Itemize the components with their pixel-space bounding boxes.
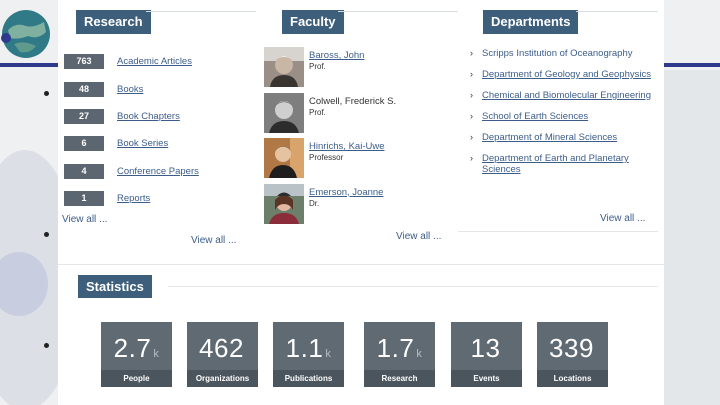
- department-link[interactable]: Department of Earth and Planetary Scienc…: [482, 153, 660, 175]
- research-item[interactable]: 4 Conference Papers: [64, 158, 199, 185]
- chevron-right-icon: ›: [470, 48, 473, 58]
- research-header: Research: [76, 10, 151, 34]
- stat-tile-people[interactable]: 2.7 k People: [101, 322, 172, 387]
- section-divider: [58, 264, 664, 265]
- research-count-badge: 763: [64, 54, 104, 70]
- research-view-all-outer-link[interactable]: View all ...: [191, 235, 236, 246]
- research-item[interactable]: 6 Book Series: [64, 130, 199, 157]
- stat-value: 339: [549, 333, 594, 363]
- faculty-member[interactable]: Colwell, Frederick S. Prof.: [264, 92, 396, 139]
- faculty-title: Prof.: [309, 62, 326, 71]
- research-item-link[interactable]: Books: [117, 84, 143, 95]
- faculty-photo[interactable]: [264, 47, 304, 87]
- research-item-link[interactable]: Reports: [117, 193, 150, 204]
- stat-label: Locations: [537, 370, 608, 387]
- faculty-name-link[interactable]: Baross, John: [309, 50, 364, 61]
- faculty-info: Baross, John Prof.: [309, 47, 364, 93]
- stat-label: People: [101, 370, 172, 387]
- department-item[interactable]: › Department of Earth and Planetary Scie…: [470, 153, 660, 175]
- stat-tile-events[interactable]: 13 Events: [451, 322, 522, 387]
- department-link[interactable]: School of Earth Sciences: [482, 111, 660, 122]
- globe-logo-icon: [0, 0, 52, 62]
- header-divider: [576, 11, 658, 12]
- faculty-title: Dr.: [309, 198, 320, 208]
- departments-list: › Scripps Institution of Oceanography › …: [470, 48, 660, 185]
- statistics-header: Statistics: [78, 275, 152, 298]
- department-link[interactable]: Scripps Institution of Oceanography: [482, 48, 660, 59]
- departments-view-all-link[interactable]: View all ...: [600, 213, 645, 224]
- stat-label: Research: [364, 370, 435, 387]
- department-item[interactable]: › Department of Mineral Sciences: [470, 132, 660, 143]
- chevron-right-icon: ›: [470, 132, 473, 142]
- research-item-link[interactable]: Book Series: [117, 138, 168, 149]
- slide-bullet: [44, 91, 49, 96]
- chevron-right-icon: ›: [470, 69, 473, 79]
- department-item[interactable]: › Scripps Institution of Oceanography: [470, 48, 660, 59]
- research-count-badge: 4: [64, 163, 104, 179]
- faculty-name-link[interactable]: Hinrichs, Kai-Uwe: [309, 141, 385, 152]
- research-item-link[interactable]: Academic Articles: [117, 56, 192, 67]
- department-item[interactable]: › Department of Geology and Geophysics: [470, 69, 660, 80]
- profile-summary-panel: Research Faculty Departments 763 Academi…: [58, 0, 664, 405]
- slide-band-right: [664, 63, 720, 67]
- slide-bullet: [44, 232, 49, 237]
- stat-value: 1.7 k: [376, 333, 423, 363]
- chevron-right-icon: ›: [470, 90, 473, 100]
- research-item[interactable]: 1 Reports: [64, 185, 199, 212]
- research-count-badge: 27: [64, 108, 104, 124]
- header-divider: [338, 11, 458, 12]
- stat-label: Publications: [273, 370, 344, 387]
- faculty-name-link[interactable]: Emerson, Joanne: [309, 187, 383, 198]
- department-link[interactable]: Department of Mineral Sciences: [482, 132, 660, 143]
- faculty-member[interactable]: Emerson, Joanne Dr.: [264, 183, 396, 230]
- research-view-all-link[interactable]: View all ...: [62, 214, 107, 225]
- chevron-right-icon: ›: [470, 153, 473, 163]
- faculty-member[interactable]: Baross, John Prof.: [264, 47, 396, 93]
- slide-background-right: [660, 70, 720, 405]
- research-item-link[interactable]: Book Chapters: [117, 111, 180, 122]
- research-count-badge: 48: [64, 81, 104, 97]
- slide-band-left: [0, 63, 60, 67]
- stat-tile-research[interactable]: 1.7 k Research: [364, 322, 435, 387]
- faculty-name-link[interactable]: Colwell, Frederick S.: [309, 96, 396, 107]
- department-item[interactable]: › Chemical and Biomolecular Engineering: [470, 90, 660, 101]
- department-item[interactable]: › School of Earth Sciences: [470, 111, 660, 122]
- stat-tile-publications[interactable]: 1.1 k Publications: [273, 322, 344, 387]
- stat-tile-locations[interactable]: 339 Locations: [537, 322, 608, 387]
- faculty-header: Faculty: [282, 10, 344, 34]
- research-list: 763 Academic Articles 48 Books 27 Book C…: [64, 48, 199, 212]
- faculty-list: Baross, John Prof. Colwell, Frederick S.…: [264, 47, 396, 229]
- research-count-badge: 6: [64, 136, 104, 152]
- stat-label: Events: [451, 370, 522, 387]
- research-count-badge: 1: [64, 191, 104, 207]
- faculty-view-all-link[interactable]: View all ...: [396, 231, 441, 242]
- slide-bullet: [44, 343, 49, 348]
- chevron-right-icon: ›: [470, 111, 473, 121]
- faculty-photo[interactable]: [264, 138, 304, 178]
- faculty-info: Hinrichs, Kai-Uwe Professor: [309, 138, 385, 184]
- research-item[interactable]: 27 Book Chapters: [64, 103, 199, 130]
- departments-header: Departments: [483, 10, 579, 34]
- faculty-title: Professor: [309, 153, 344, 162]
- research-item[interactable]: 763 Academic Articles: [64, 48, 199, 75]
- stat-label: Organizations: [187, 370, 258, 387]
- section-divider: [458, 231, 658, 232]
- department-link[interactable]: Department of Geology and Geophysics: [482, 69, 660, 80]
- faculty-photo[interactable]: [264, 92, 304, 133]
- faculty-info: Colwell, Frederick S. Prof.: [309, 93, 396, 139]
- faculty-photo[interactable]: [264, 183, 304, 224]
- stat-value: 2.7 k: [113, 333, 160, 363]
- stat-tile-organizations[interactable]: 462 Organizations: [187, 322, 258, 387]
- faculty-member[interactable]: Hinrichs, Kai-Uwe Professor: [264, 138, 396, 184]
- department-link[interactable]: Chemical and Biomolecular Engineering: [482, 90, 660, 101]
- section-divider: [168, 286, 658, 287]
- stat-value: 462: [199, 333, 244, 363]
- research-item[interactable]: 48 Books: [64, 75, 199, 102]
- stat-value: 13: [470, 333, 501, 363]
- faculty-title: Prof.: [309, 107, 326, 117]
- faculty-info: Emerson, Joanne Dr.: [309, 184, 383, 230]
- stat-value: 1.1 k: [285, 333, 332, 363]
- header-divider: [146, 11, 256, 12]
- research-item-link[interactable]: Conference Papers: [117, 166, 199, 177]
